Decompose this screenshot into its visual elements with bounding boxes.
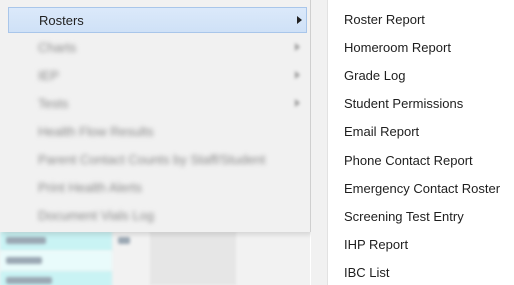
- submenu-item-ihp-report[interactable]: IHP Report: [344, 237, 408, 257]
- submenu-item-roster-report[interactable]: Roster Report: [344, 12, 425, 32]
- menu-item-parent-contact-counts[interactable]: Parent Contact Counts by Staff/Student: [8, 147, 308, 173]
- submenu-item-student-permissions[interactable]: Student Permissions: [344, 96, 463, 116]
- menu-item-charts[interactable]: Charts: [8, 35, 308, 61]
- menu-item-tests[interactable]: Tests: [8, 91, 308, 117]
- menu-item-rosters[interactable]: Rosters: [8, 7, 307, 33]
- background-row: [0, 251, 112, 271]
- submenu-arrow-icon: [295, 43, 300, 51]
- submenu-item-ibc-list[interactable]: IBC List: [344, 265, 390, 285]
- background-column: [150, 232, 236, 285]
- menu-item-label: Print Health Alerts: [38, 180, 143, 195]
- submenu-item-phone-contact-report[interactable]: Phone Contact Report: [344, 153, 473, 173]
- menu-item-health-flow-results[interactable]: Health Flow Results: [8, 119, 308, 145]
- menu-item-label: Tests: [38, 96, 69, 111]
- menu-item-iep[interactable]: IEP: [8, 63, 308, 89]
- submenu-arrow-icon: [295, 71, 300, 79]
- context-menu: Rosters Charts IEP Tests Health Flow Res…: [0, 0, 311, 232]
- menu-item-label: Document Vials Log: [38, 208, 155, 223]
- menu-item-label: Rosters: [39, 13, 84, 28]
- menu-item-label: Health Flow Results: [38, 124, 154, 139]
- menu-item-label: Charts: [38, 40, 77, 55]
- menu-item-label: IEP: [38, 68, 59, 83]
- submenu-gutter: [311, 0, 328, 285]
- submenu-item-screening-test-entry[interactable]: Screening Test Entry: [344, 209, 464, 229]
- submenu-item-email-report[interactable]: Email Report: [344, 124, 419, 144]
- submenu-item-grade-log[interactable]: Grade Log: [344, 68, 405, 88]
- submenu-item-homeroom-report[interactable]: Homeroom Report: [344, 40, 451, 60]
- menu-item-label: Parent Contact Counts by Staff/Student: [38, 152, 266, 167]
- rosters-submenu: Roster Report Homeroom Report Grade Log …: [328, 0, 514, 285]
- application-window: Rosters Charts IEP Tests Health Flow Res…: [0, 0, 514, 285]
- submenu-arrow-icon: [295, 99, 300, 107]
- background-row: [0, 231, 130, 251]
- submenu-item-emergency-contact-roster[interactable]: Emergency Contact Roster: [344, 181, 500, 201]
- submenu-arrow-icon: [297, 16, 302, 24]
- menu-item-document-vials-log[interactable]: Document Vials Log: [8, 203, 308, 229]
- background-row: [0, 271, 112, 285]
- menu-item-print-health-alerts[interactable]: Print Health Alerts: [8, 175, 308, 201]
